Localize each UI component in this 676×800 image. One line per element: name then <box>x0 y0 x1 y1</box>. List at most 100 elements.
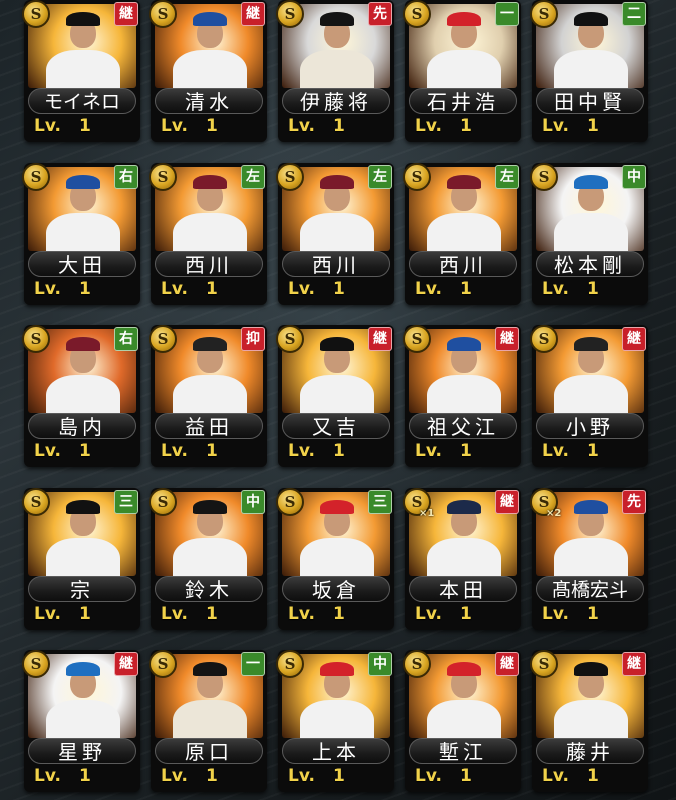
player-cap <box>193 175 227 189</box>
player-level: Lv. 1 <box>415 604 472 624</box>
s-rank-icon: S <box>530 650 558 678</box>
position-badge: 三 <box>368 490 392 514</box>
level-label: Lv. <box>415 766 442 786</box>
level-value: 1 <box>206 441 218 461</box>
player-card[interactable]: 西川 Lv. 1 S 左 <box>403 163 523 305</box>
player-level: Lv. 1 <box>288 766 345 786</box>
player-card[interactable]: 髙橋宏斗 Lv. 1 S ×2 先 <box>530 488 650 630</box>
player-level: Lv. 1 <box>34 279 91 299</box>
player-card[interactable]: 星野 Lv. 1 S 継 <box>22 650 142 792</box>
player-card[interactable]: 大田 Lv. 1 S 右 <box>22 163 142 305</box>
player-cap <box>66 12 100 26</box>
player-uniform <box>554 375 628 413</box>
player-cap <box>66 662 100 676</box>
player-card[interactable]: 宗 Lv. 1 S 三 <box>22 488 142 630</box>
s-rank-icon: S <box>403 325 431 353</box>
position-badge: 一 <box>241 652 265 676</box>
duplicate-count: ×2 <box>546 508 562 519</box>
player-level: Lv. 1 <box>542 441 599 461</box>
player-level: Lv. 1 <box>161 604 218 624</box>
player-card[interactable]: 祖父江 Lv. 1 S 継 <box>403 325 523 467</box>
s-rank-icon: S <box>22 488 50 516</box>
player-level: Lv. 1 <box>34 441 91 461</box>
s-rank-icon: S <box>149 650 177 678</box>
level-label: Lv. <box>34 441 61 461</box>
player-card[interactable]: 塹江 Lv. 1 S 継 <box>403 650 523 792</box>
player-level: Lv. 1 <box>542 116 599 136</box>
player-cap <box>193 12 227 26</box>
s-rank-icon: S <box>149 163 177 191</box>
player-cap <box>320 337 354 351</box>
player-uniform <box>554 538 628 576</box>
level-value: 1 <box>460 441 472 461</box>
level-value: 1 <box>460 116 472 136</box>
position-badge: 抑 <box>241 327 265 351</box>
player-card[interactable]: 西川 Lv. 1 S 左 <box>276 163 396 305</box>
player-name: 田中賢 <box>536 88 644 114</box>
level-label: Lv. <box>415 441 442 461</box>
player-uniform <box>300 50 374 88</box>
s-rank-icon: S <box>403 650 431 678</box>
player-level: Lv. 1 <box>34 766 91 786</box>
player-card[interactable]: 又吉 Lv. 1 S 継 <box>276 325 396 467</box>
player-card[interactable]: 伊藤将 Lv. 1 S 先 <box>276 0 396 142</box>
player-card[interactable]: 益田 Lv. 1 S 抑 <box>149 325 269 467</box>
player-uniform <box>554 50 628 88</box>
level-label: Lv. <box>415 604 442 624</box>
level-label: Lv. <box>542 279 569 299</box>
player-card[interactable]: 西川 Lv. 1 S 左 <box>149 163 269 305</box>
level-label: Lv. <box>415 116 442 136</box>
player-cap <box>447 175 481 189</box>
level-value: 1 <box>79 279 91 299</box>
player-name: 西川 <box>282 251 390 277</box>
player-card[interactable]: 島内 Lv. 1 S 右 <box>22 325 142 467</box>
player-level: Lv. 1 <box>415 766 472 786</box>
player-name: 小野 <box>536 413 644 439</box>
level-value: 1 <box>206 766 218 786</box>
level-value: 1 <box>79 766 91 786</box>
s-rank-icon: S <box>530 0 558 28</box>
level-label: Lv. <box>34 604 61 624</box>
player-name: 伊藤将 <box>282 88 390 114</box>
player-card[interactable]: 松本剛 Lv. 1 S 中 <box>530 163 650 305</box>
level-value: 1 <box>79 116 91 136</box>
player-uniform <box>300 538 374 576</box>
s-rank-icon: S <box>276 650 304 678</box>
player-card[interactable]: 上本 Lv. 1 S 中 <box>276 650 396 792</box>
player-level: Lv. 1 <box>288 116 345 136</box>
level-label: Lv. <box>161 441 188 461</box>
player-cap <box>447 500 481 514</box>
level-label: Lv. <box>34 279 61 299</box>
s-rank-icon: S <box>22 325 50 353</box>
player-uniform <box>46 375 120 413</box>
player-cap <box>574 12 608 26</box>
player-card[interactable]: 鈴木 Lv. 1 S 中 <box>149 488 269 630</box>
player-name: 西川 <box>155 251 263 277</box>
level-label: Lv. <box>161 116 188 136</box>
player-name: 益田 <box>155 413 263 439</box>
player-card[interactable]: 本田 Lv. 1 S ×1 継 <box>403 488 523 630</box>
position-badge: 三 <box>114 490 138 514</box>
player-level: Lv. 1 <box>34 116 91 136</box>
player-card[interactable]: 小野 Lv. 1 S 継 <box>530 325 650 467</box>
player-cap <box>447 337 481 351</box>
position-badge: 右 <box>114 327 138 351</box>
player-card[interactable]: 坂倉 Lv. 1 S 三 <box>276 488 396 630</box>
player-card[interactable]: 清水 Lv. 1 S 継 <box>149 0 269 142</box>
player-card[interactable]: 原口 Lv. 1 S 一 <box>149 650 269 792</box>
player-card[interactable]: 石井浩 Lv. 1 S 一 <box>403 0 523 142</box>
s-rank-icon: S <box>22 650 50 678</box>
position-badge: 中 <box>622 165 646 189</box>
player-card[interactable]: モイネロ Lv. 1 S 継 <box>22 0 142 142</box>
position-badge: 継 <box>114 2 138 26</box>
player-card[interactable]: 藤井 Lv. 1 S 継 <box>530 650 650 792</box>
level-value: 1 <box>333 441 345 461</box>
player-name: 祖父江 <box>409 413 517 439</box>
player-cap <box>320 500 354 514</box>
player-level: Lv. 1 <box>542 766 599 786</box>
position-badge: 継 <box>114 652 138 676</box>
player-card[interactable]: 田中賢 Lv. 1 S 二 <box>530 0 650 142</box>
s-rank-icon: S <box>403 163 431 191</box>
position-badge: 中 <box>368 652 392 676</box>
player-level: Lv. 1 <box>288 604 345 624</box>
